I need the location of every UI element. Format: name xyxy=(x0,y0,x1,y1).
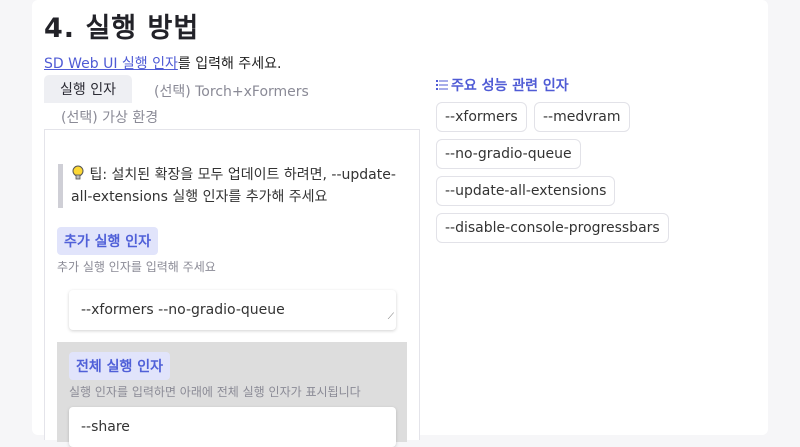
tab-virtual-env[interactable]: (선택) 가상 환경 xyxy=(61,103,158,131)
full-args-output[interactable]: --share xyxy=(69,407,396,447)
tab-torch-xformers[interactable]: (선택) Torch+xFormers xyxy=(154,77,309,105)
extra-args-value: --xformers --no-gradio-queue xyxy=(81,302,285,318)
tip-text: 팁: 설치된 확장을 모두 업데이트 하려면, --update-all-ext… xyxy=(71,167,396,205)
resize-handle-icon[interactable]: ⟋ xyxy=(388,305,394,329)
chip-disable-console-progressbars[interactable]: --disable-console-progressbars xyxy=(436,213,669,243)
chip-xformers[interactable]: --xformers xyxy=(436,102,527,132)
chip-medvram[interactable]: --medvram xyxy=(534,102,630,132)
extra-args-group: 추가 실행 인자 추가 실행 인자를 입력해 주세요 --xformers --… xyxy=(57,227,407,339)
full-args-value: --share xyxy=(81,419,130,435)
performance-args-title: 주요 성능 관련 인자 xyxy=(436,75,569,95)
extra-args-hint: 추가 실행 인자를 입력해 주세요 xyxy=(57,260,216,274)
full-args-hint: 실행 인자를 입력하면 아래에 전체 실행 인자가 표시됩니다 xyxy=(69,385,361,399)
list-icon xyxy=(436,80,448,90)
tab-panel: 팁: 설치된 확장을 모두 업데이트 하려면, --update-all-ext… xyxy=(44,129,420,447)
chip-no-gradio-queue[interactable]: --no-gradio-queue xyxy=(436,139,581,169)
extra-args-label: 추가 실행 인자 xyxy=(57,227,159,255)
tip-callout: 팁: 설치된 확장을 모두 업데이트 하려면, --update-all-ext… xyxy=(58,164,416,208)
sd-web-ui-args-link[interactable]: SD Web UI 실행 인자 xyxy=(44,56,178,72)
full-args-label: 전체 실행 인자 xyxy=(69,352,171,380)
intro-text: SD Web UI 실행 인자를 입력해 주세요. xyxy=(44,53,281,73)
intro-rest-text: 를 입력해 주세요. xyxy=(177,56,282,72)
extra-args-input[interactable]: --xformers --no-gradio-queue ⟋ xyxy=(69,290,396,330)
section-title: 4. 실행 방법 xyxy=(44,13,200,44)
tab-run-args[interactable]: 실행 인자 xyxy=(44,75,132,103)
lightbulb-icon xyxy=(72,165,84,180)
performance-args-title-text: 주요 성능 관련 인자 xyxy=(451,78,569,94)
full-args-group: 전체 실행 인자 실행 인자를 입력하면 아래에 전체 실행 인자가 표시됩니다… xyxy=(57,342,407,447)
chip-update-all-extensions[interactable]: --update-all-extensions xyxy=(436,176,616,206)
